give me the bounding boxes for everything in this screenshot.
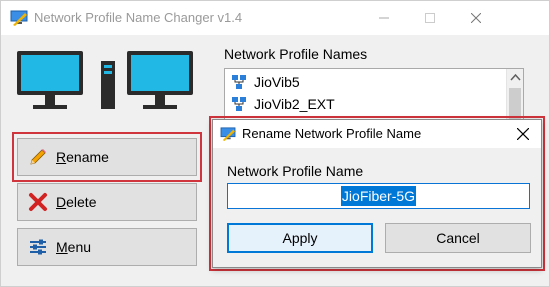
close-icon <box>517 128 529 140</box>
network-icon <box>232 75 246 89</box>
app-icon <box>10 10 28 26</box>
cancel-button[interactable]: Cancel <box>385 223 531 253</box>
scroll-up-icon[interactable] <box>507 69 524 86</box>
close-button[interactable] <box>453 1 499 35</box>
profile-name-label: Network Profile Name <box>227 163 364 179</box>
app-icon <box>220 127 236 141</box>
apply-button[interactable]: Apply <box>227 223 373 253</box>
minimize-button[interactable] <box>361 1 407 35</box>
list-item[interactable]: JioVib5 <box>231 72 300 92</box>
menu-button[interactable]: Menu <box>17 228 197 266</box>
profile-name-input[interactable] <box>227 183 530 209</box>
profile-list-label: Network Profile Names <box>224 46 368 62</box>
tower-icon <box>101 61 115 109</box>
sliders-icon <box>30 239 46 255</box>
left-monitor-icon <box>17 51 83 109</box>
maximize-button[interactable] <box>407 1 453 35</box>
rename-dialog: Rename Network Profile Name Network Prof… <box>212 119 542 268</box>
title-bar[interactable]: Network Profile Name Changer v1.4 <box>1 1 549 35</box>
rename-button[interactable]: Rename <box>17 138 197 176</box>
rename-button-label: Rename <box>56 149 109 165</box>
right-monitor-icon <box>127 51 193 109</box>
minimize-icon <box>379 17 389 19</box>
profile-name: JioVib5 <box>254 74 300 90</box>
dialog-title: Rename Network Profile Name <box>242 126 422 141</box>
delete-button-label: Delete <box>56 194 97 210</box>
pencil-icon <box>30 149 46 165</box>
maximize-icon <box>425 13 435 23</box>
close-icon <box>471 13 481 23</box>
dialog-title-bar[interactable]: Rename Network Profile Name <box>213 120 541 148</box>
network-computers-illustration <box>17 51 193 109</box>
network-icon <box>232 97 246 111</box>
dialog-close-button[interactable] <box>505 120 541 148</box>
delete-button[interactable]: Delete <box>17 183 197 221</box>
window-title: Network Profile Name Changer v1.4 <box>34 10 243 25</box>
list-item[interactable]: JioVib2_EXT <box>231 94 335 114</box>
red-x-icon <box>29 193 47 211</box>
profile-name: JioVib2_EXT <box>254 96 335 112</box>
menu-button-label: Menu <box>56 239 92 255</box>
